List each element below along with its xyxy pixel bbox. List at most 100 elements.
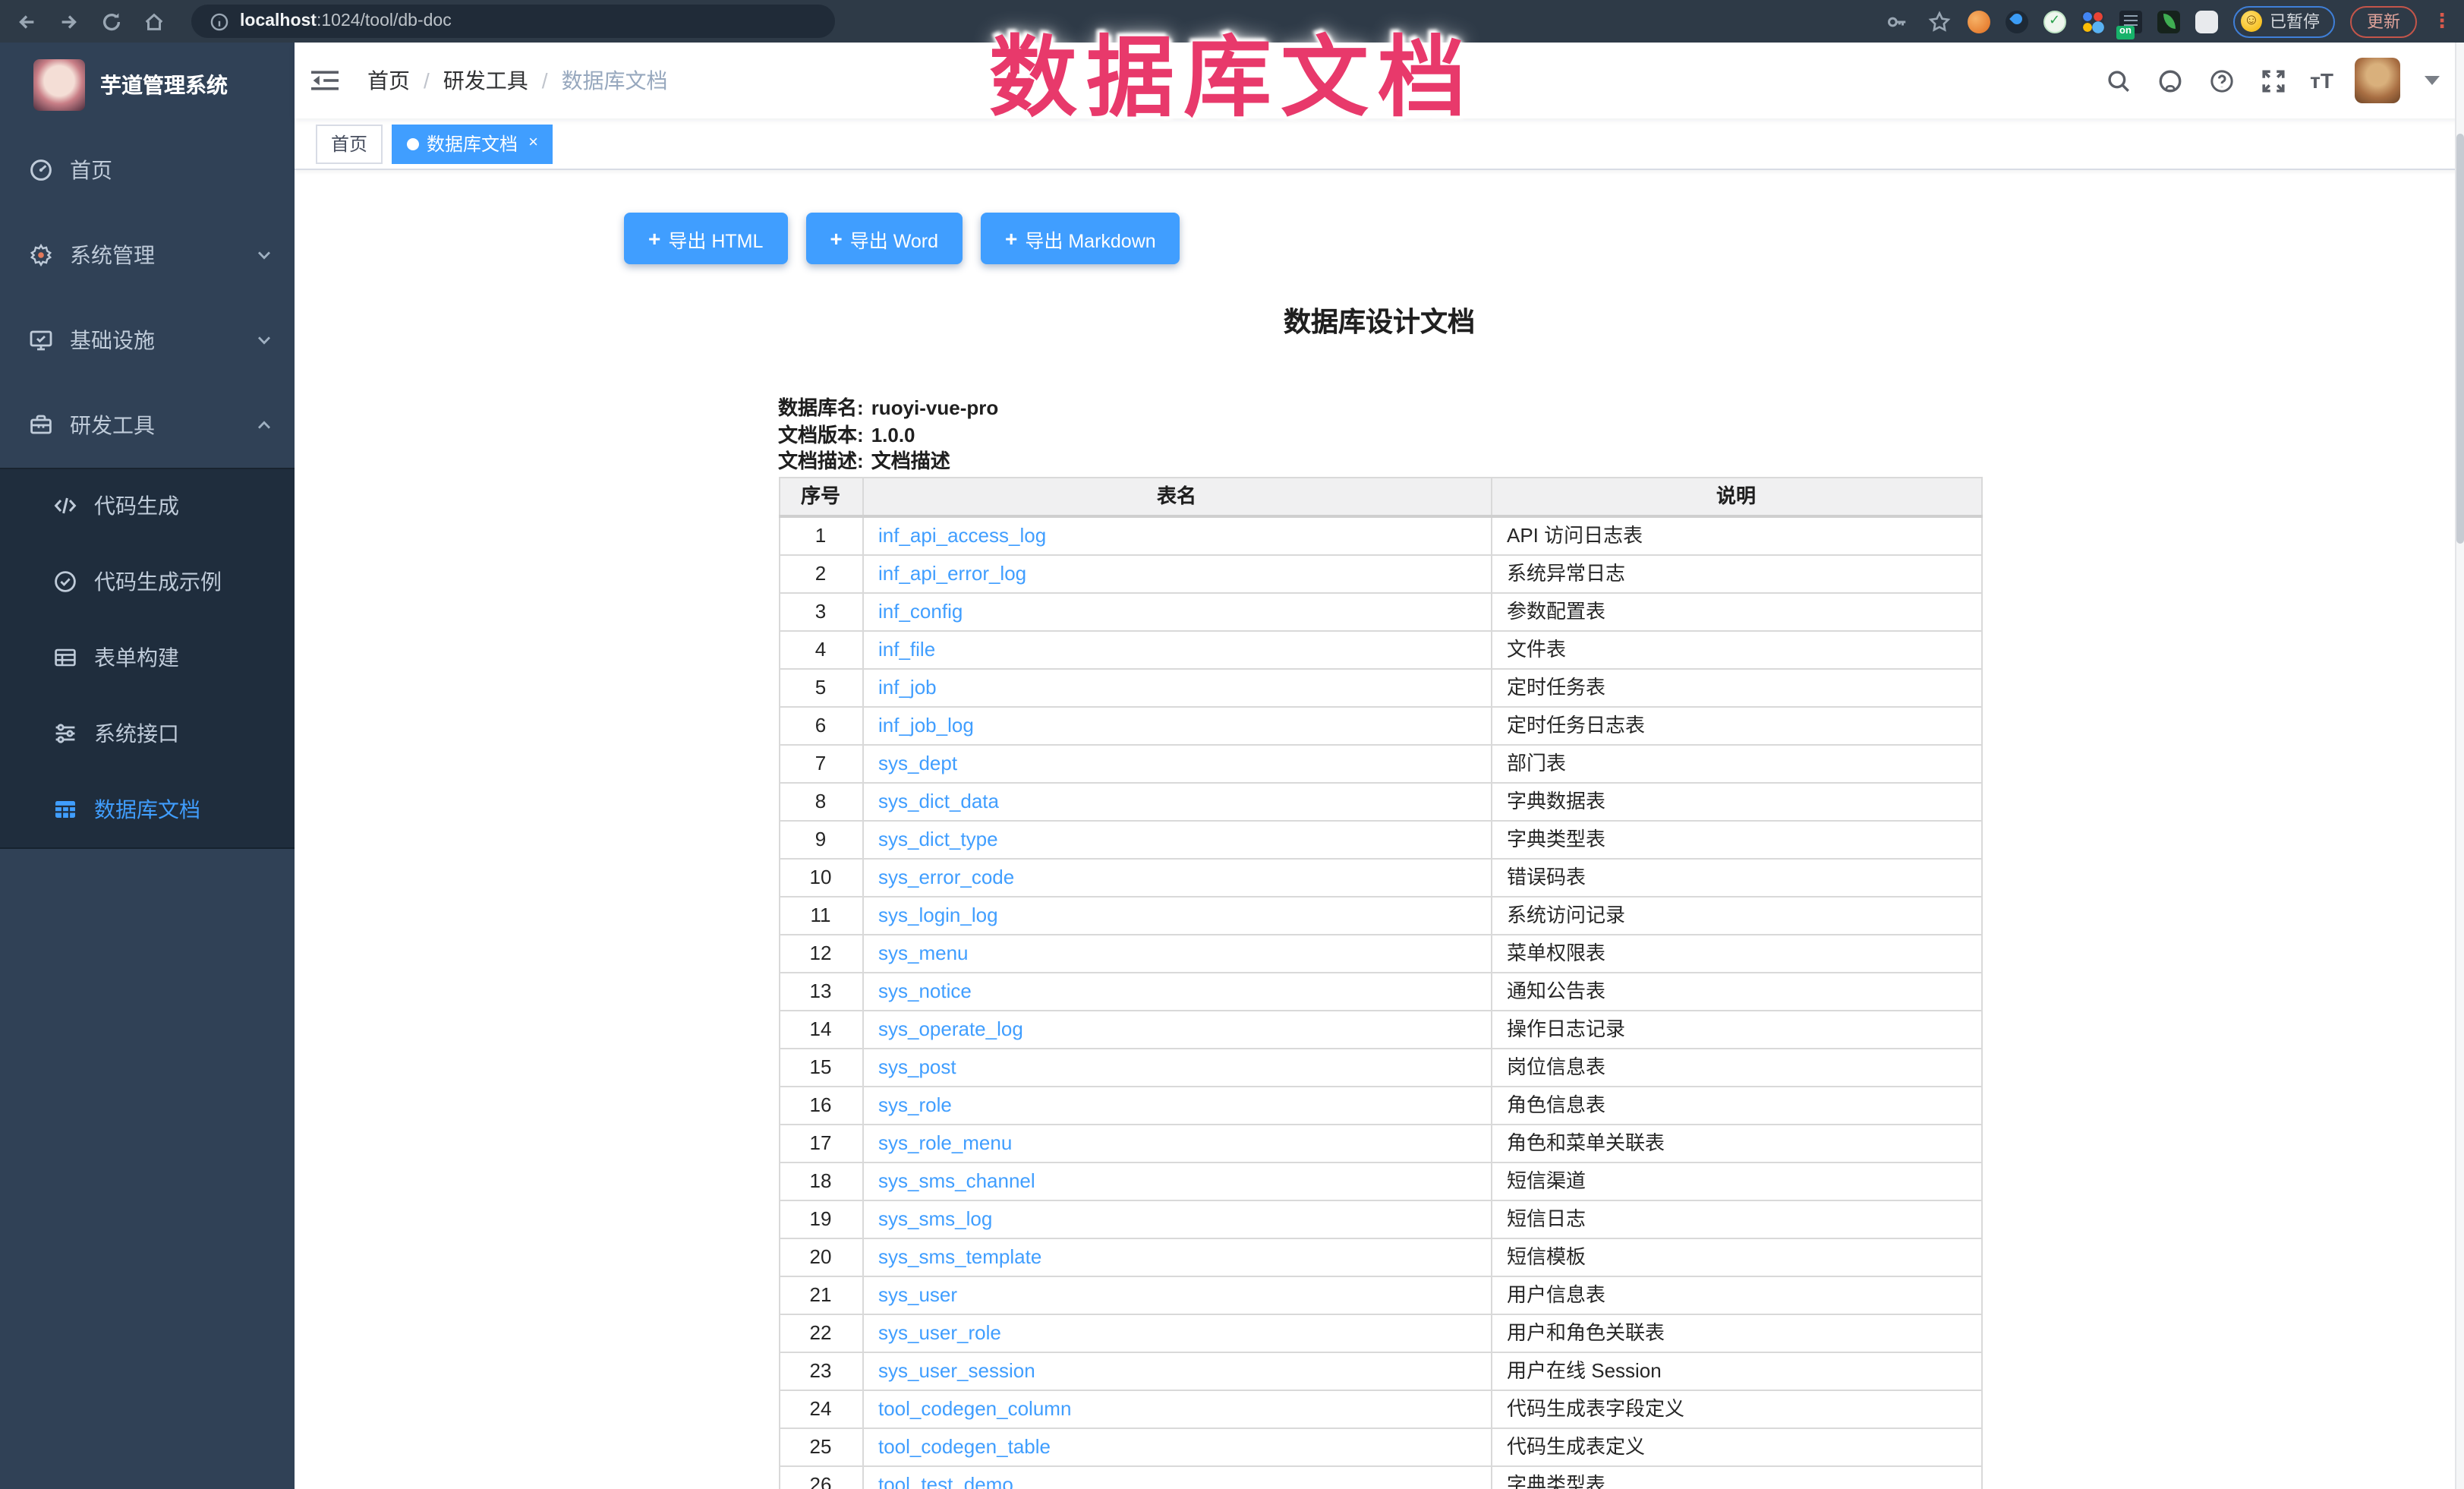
table-name-link[interactable]: sys_user_role <box>878 1320 1001 1343</box>
sidebar-subitem-表单构建[interactable]: 表单构建 <box>0 620 295 696</box>
table-name-link[interactable]: inf_job_log <box>878 713 974 736</box>
table-name-link[interactable]: tool_codegen_column <box>878 1396 1071 1419</box>
gear-icon <box>29 243 53 267</box>
bookmark-star-icon[interactable] <box>1925 8 1952 35</box>
table-name-link[interactable]: sys_user <box>878 1282 957 1305</box>
export-button-2[interactable]: +导出 Word <box>805 213 963 264</box>
table-name-link[interactable]: sys_menu <box>878 941 969 964</box>
tables-overview-table: 序号表名说明 1inf_api_access_logAPI 访问日志表2inf_… <box>778 476 1982 1489</box>
font-size-icon[interactable]: ᴛT <box>2310 68 2333 93</box>
sidebar-subitem-代码生成示例[interactable]: 代码生成示例 <box>0 544 295 620</box>
table-description-cell: 文件表 <box>1491 630 1981 668</box>
table-description-cell: 部门表 <box>1491 744 1981 782</box>
table-name-link[interactable]: sys_role_menu <box>878 1131 1012 1153</box>
table-name-link[interactable]: sys_user_session <box>878 1358 1035 1381</box>
table-name-link[interactable]: sys_dept <box>878 751 957 774</box>
tab-数据库文档[interactable]: 数据库文档 × <box>392 124 553 163</box>
tab-label: 数据库文档 <box>427 131 518 156</box>
user-avatar[interactable] <box>2355 58 2400 103</box>
home-icon[interactable] <box>140 8 167 35</box>
row-number-cell: 9 <box>779 820 862 858</box>
breadcrumb-item[interactable]: 研发工具 <box>443 65 528 96</box>
table-name-link[interactable]: sys_post <box>878 1055 956 1077</box>
sidebar-item-研发工具[interactable]: 研发工具 <box>0 383 295 468</box>
page-scrollbar[interactable] <box>2455 43 2464 1489</box>
form-build-icon <box>53 645 77 670</box>
on-badge-extension-icon[interactable]: on <box>2119 10 2142 33</box>
table-name-link[interactable]: tool_test_demo <box>878 1472 1013 1489</box>
reload-icon[interactable] <box>97 8 124 35</box>
table-name-link[interactable]: sys_dict_data <box>878 789 999 812</box>
table-name-link[interactable]: sys_sms_log <box>878 1207 992 1229</box>
browser-update-button[interactable]: 更新 <box>2350 5 2417 37</box>
table-name-link[interactable]: inf_config <box>878 599 963 622</box>
paused-extension-badge[interactable]: ☺ 已暂停 <box>2233 5 2335 37</box>
forward-icon[interactable] <box>55 8 82 35</box>
table-name-link[interactable]: inf_api_access_log <box>878 523 1046 546</box>
shield-check-icon <box>53 569 77 594</box>
help-icon[interactable] <box>2207 65 2237 96</box>
table-name-link[interactable]: sys_dict_type <box>878 827 998 850</box>
scrollbar-thumb[interactable] <box>2456 134 2463 544</box>
export-buttons-row: +导出 HTML +导出 Word +导出 Markdown <box>624 213 1180 264</box>
sidebar-subitem-系统接口[interactable]: 系统接口 <box>0 696 295 771</box>
table-name-link[interactable]: inf_file <box>878 637 935 660</box>
tab-首页[interactable]: 首页 <box>316 124 383 163</box>
table-name-link[interactable]: sys_operate_log <box>878 1017 1023 1039</box>
breadcrumb-separator: / <box>424 68 430 93</box>
check-shield-extension-icon[interactable] <box>2043 10 2066 33</box>
app-logo-row[interactable]: 芋道管理系统 <box>0 43 295 128</box>
sidebar-subitem-数据库文档[interactable]: 数据库文档 <box>0 771 295 847</box>
key-icon[interactable] <box>1883 8 1910 35</box>
user-menu-caret-icon[interactable] <box>2425 76 2440 85</box>
table-description-cell: 短信日志 <box>1491 1200 1981 1238</box>
table-description-cell: 角色信息表 <box>1491 1086 1981 1124</box>
table-name-cell: inf_api_error_log <box>862 554 1491 592</box>
table-name-link[interactable]: sys_sms_template <box>878 1245 1041 1267</box>
table-name-link[interactable]: inf_job <box>878 675 937 698</box>
chevron-down-icon <box>255 246 273 264</box>
ball-extension-icon[interactable] <box>1968 10 1990 33</box>
fullscreen-icon[interactable] <box>2258 65 2289 96</box>
table-name-cell: inf_job_log <box>862 706 1491 744</box>
github-icon[interactable] <box>2155 65 2185 96</box>
info-icon[interactable] <box>210 11 229 31</box>
table-name-link[interactable]: sys_notice <box>878 979 972 1002</box>
screen: 数据库文档 localhost:1024/tool/db-doc on <box>0 0 2464 1489</box>
url-bar[interactable]: localhost:1024/tool/db-doc <box>191 5 835 38</box>
row-number-cell: 24 <box>779 1390 862 1427</box>
table-name-link[interactable]: sys_sms_channel <box>878 1169 1035 1191</box>
row-number-cell: 25 <box>779 1427 862 1465</box>
table-description-cell: 菜单权限表 <box>1491 934 1981 972</box>
leaf-extension-icon[interactable] <box>2157 10 2180 33</box>
table-name-link[interactable]: sys_error_code <box>878 865 1014 888</box>
row-number-cell: 26 <box>779 1465 862 1489</box>
puzzle-extension-icon[interactable] <box>2195 10 2218 33</box>
sidebar-fold-icon[interactable] <box>295 43 355 118</box>
table-description-cell: 岗位信息表 <box>1491 1048 1981 1086</box>
plus-icon: + <box>1005 226 1017 251</box>
breadcrumb-item[interactable]: 首页 <box>367 65 410 96</box>
search-icon[interactable] <box>2103 65 2134 96</box>
navbar: 首页/研发工具/数据库文档 ᴛT <box>295 43 2464 118</box>
export-button-1[interactable]: +导出 HTML <box>624 213 787 264</box>
colorful-grid-extension-icon[interactable] <box>2081 10 2104 33</box>
table-name-link[interactable]: inf_api_error_log <box>878 561 1026 584</box>
table-row: 4inf_file文件表 <box>779 630 1981 668</box>
table-name-link[interactable]: sys_login_log <box>878 903 998 926</box>
sidebar-item-系统管理[interactable]: 系统管理 <box>0 213 295 298</box>
location-pin-extension-icon[interactable] <box>2006 10 2028 33</box>
sidebar-item-首页[interactable]: 首页 <box>0 128 295 213</box>
browser-menu-icon[interactable]: ⋮ <box>2432 14 2452 29</box>
sidebar-subitem-代码生成[interactable]: 代码生成 <box>0 468 295 544</box>
table-row: 6inf_job_log定时任务日志表 <box>779 706 1981 744</box>
close-tab-icon[interactable]: × <box>528 135 538 152</box>
export-button-3[interactable]: +导出 Markdown <box>981 213 1180 264</box>
table-row: 26tool_test_demo字典类型表 <box>779 1465 1981 1489</box>
url-text[interactable]: localhost:1024/tool/db-doc <box>240 12 452 30</box>
back-icon[interactable] <box>12 8 39 35</box>
table-name-link[interactable]: sys_role <box>878 1093 952 1115</box>
browser-toolbar: localhost:1024/tool/db-doc on ☺ 已暂停 更新 ⋮ <box>0 0 2464 43</box>
sidebar-item-基础设施[interactable]: 基础设施 <box>0 298 295 383</box>
table-name-link[interactable]: tool_codegen_table <box>878 1434 1051 1457</box>
